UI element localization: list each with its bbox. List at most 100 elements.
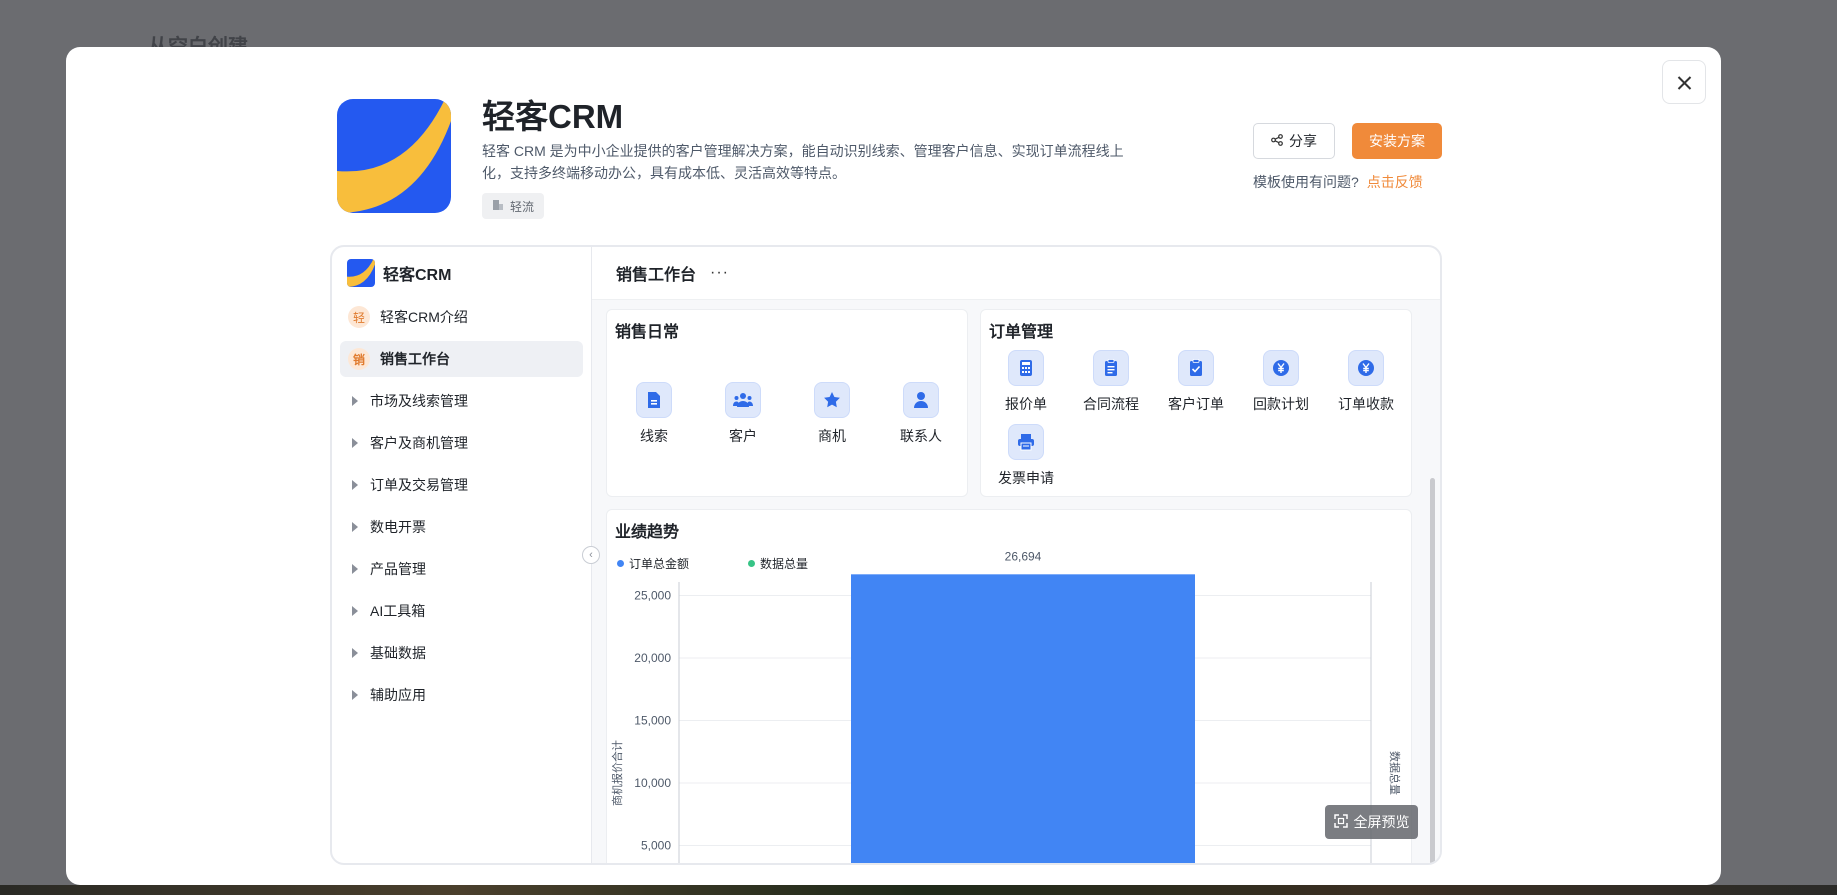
sidebar-item-label: 基础数据 <box>370 645 426 661</box>
preview-topbar: 销售工作台 ··· <box>592 247 1440 300</box>
fullscreen-label: 全屏预览 <box>1353 814 1410 830</box>
sidebar-item-label: 辅助应用 <box>370 687 426 703</box>
quick-entry-label: 合同流程 <box>1083 396 1139 412</box>
sidebar-item-customers[interactable]: 客户及商机管理 <box>340 425 583 461</box>
caret-right-icon <box>352 522 358 532</box>
users-icon <box>725 382 761 418</box>
preview-brand: 轻客CRM <box>347 259 451 287</box>
sidebar-item-invoicing[interactable]: 数电开票 <box>340 509 583 545</box>
quick-entry-leads[interactable]: 线索 <box>619 382 689 446</box>
sidebar-item-orders[interactable]: 订单及交易管理 <box>340 467 583 503</box>
star-icon <box>814 382 850 418</box>
share-button[interactable]: 分享 <box>1253 123 1335 159</box>
sidebar-item-label: 数电开票 <box>370 519 426 535</box>
document-icon <box>636 382 672 418</box>
preview-content: 销售日常 线索 客户 商机 联系人 订单管理 报价单 合同流程 客户订单 回款计… <box>592 300 1440 863</box>
clipboard-check-icon <box>1178 350 1214 386</box>
order-mgmt-card: 订单管理 报价单 合同流程 客户订单 回款计划 订单收款 发票申请 <box>980 309 1412 497</box>
feedback-link[interactable]: 点击反馈 <box>1367 174 1423 190</box>
quick-entry-contract[interactable]: 合同流程 <box>1076 350 1146 414</box>
sales-daily-title: 销售日常 <box>615 324 680 341</box>
share-label: 分享 <box>1289 133 1317 149</box>
background-photo-strip <box>0 885 1837 895</box>
y-tick-label: 5,000 <box>641 839 671 853</box>
template-description: 轻客 CRM 是为中小企业提供的客户管理解决方案，能自动识别线索、管理客户信息、… <box>482 143 1124 181</box>
sidebar-item-intro[interactable]: 轻 轻客CRM介绍 <box>340 299 583 335</box>
close-button[interactable] <box>1662 60 1706 104</box>
caret-right-icon <box>352 438 358 448</box>
quick-entry-label: 回款计划 <box>1253 396 1309 412</box>
quick-entry-quotation[interactable]: 报价单 <box>991 350 1061 414</box>
sidebar-item-market-leads[interactable]: 市场及线索管理 <box>340 383 583 419</box>
sidebar-badge: 轻 <box>348 306 370 328</box>
performance-bar-chart: 05,00010,00015,00020,00025,000126,694商机报… <box>610 549 1402 863</box>
template-tag: 轻流 <box>482 193 545 219</box>
y-tick-label: 20,000 <box>634 651 671 665</box>
caret-right-icon <box>352 606 358 616</box>
quick-entry-label: 客户 <box>729 428 757 444</box>
caret-right-icon <box>352 480 358 490</box>
sidebar-item-label: 轻客CRM介绍 <box>380 309 468 325</box>
quick-entry-order-receipt[interactable]: 订单收款 <box>1331 350 1401 414</box>
feedback-row: 模板使用有问题? 点击反馈 <box>1253 172 1423 192</box>
quick-entry-label: 商机 <box>818 428 846 444</box>
caret-right-icon <box>352 690 358 700</box>
expand-icon <box>1333 813 1348 831</box>
sidebar-item-label: 产品管理 <box>370 561 426 577</box>
fullscreen-preview-button[interactable]: 全屏预览 <box>1325 805 1418 839</box>
sales-daily-card: 销售日常 线索 客户 商机 联系人 <box>606 309 968 497</box>
chevron-left-icon: ‹ <box>589 549 593 561</box>
sidebar-item-label: 销售工作台 <box>380 351 450 367</box>
quick-entry-label: 客户订单 <box>1168 396 1224 412</box>
calculator-icon <box>1008 350 1044 386</box>
quick-entry-label: 订单收款 <box>1338 396 1394 412</box>
bar-order-amount <box>851 574 1195 863</box>
y-tick-label: 25,000 <box>634 589 671 603</box>
caret-right-icon <box>352 564 358 574</box>
sidebar-item-ai-tools[interactable]: AI工具箱 <box>340 593 583 629</box>
sidebar-item-label: 市场及线索管理 <box>370 393 468 409</box>
quick-entry-label: 报价单 <box>1005 396 1047 412</box>
sidebar-item-sales-workbench[interactable]: 销 销售工作台 <box>340 341 583 377</box>
printer-icon <box>1008 424 1044 460</box>
quick-entry-customer-order[interactable]: 客户订单 <box>1161 350 1231 414</box>
building-icon <box>492 199 504 214</box>
quick-entry-customers[interactable]: 客户 <box>708 382 778 446</box>
sidebar-item-aux-apps[interactable]: 辅助应用 <box>340 677 583 713</box>
preview-logo <box>347 259 375 287</box>
more-icon[interactable]: ··· <box>710 264 729 282</box>
sidebar-item-label: AI工具箱 <box>370 603 426 619</box>
template-logo <box>337 99 451 213</box>
sidebar-item-label: 订单及交易管理 <box>370 477 468 493</box>
yen-icon <box>1348 350 1384 386</box>
sidebar-badge: 销 <box>348 348 370 370</box>
tag-label: 轻流 <box>510 199 535 214</box>
quick-entry-invoice-request[interactable]: 发票申请 <box>991 424 1061 488</box>
sidebar-item-products[interactable]: 产品管理 <box>340 551 583 587</box>
sidebar-item-label: 客户及商机管理 <box>370 435 468 451</box>
caret-right-icon <box>352 396 358 406</box>
share-icon <box>1271 133 1283 149</box>
quick-entry-payment-plan[interactable]: 回款计划 <box>1246 350 1316 414</box>
caret-right-icon <box>352 648 358 658</box>
data-label: 26,694 <box>1005 549 1042 563</box>
install-button[interactable]: 安装方案 <box>1352 123 1442 159</box>
sidebar-collapse-button[interactable]: ‹ <box>582 546 600 564</box>
feedback-text: 模板使用有问题? <box>1253 174 1359 190</box>
person-icon <box>903 382 939 418</box>
preview-brand-name: 轻客CRM <box>383 267 452 284</box>
preview-sidebar: 轻客CRM 轻 轻客CRM介绍 销 销售工作台 市场及线索管理 客户及商机管理 … <box>332 247 592 863</box>
quick-entry-label: 线索 <box>640 428 668 444</box>
content-scrollbar[interactable] <box>1430 478 1435 863</box>
quick-entry-opportunities[interactable]: 商机 <box>797 382 867 446</box>
quick-entry-contacts[interactable]: 联系人 <box>886 382 956 446</box>
y-tick-label: 10,000 <box>634 776 671 790</box>
y2-axis-label: 数据总量 <box>1388 751 1402 795</box>
order-mgmt-title: 订单管理 <box>989 324 1054 341</box>
clipboard-icon <box>1093 350 1129 386</box>
y-axis-label: 商机报价合计 <box>610 740 624 806</box>
y-tick-label: 15,000 <box>634 714 671 728</box>
template-title: 轻客CRM <box>482 98 624 135</box>
sidebar-item-base-data[interactable]: 基础数据 <box>340 635 583 671</box>
quick-entry-label: 发票申请 <box>998 470 1054 486</box>
